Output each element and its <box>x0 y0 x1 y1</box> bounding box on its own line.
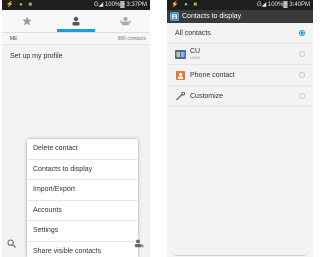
action-bar: Contacts to display <box>167 10 313 23</box>
search-button[interactable] <box>7 235 16 253</box>
radio-unselected[interactable] <box>299 93 305 99</box>
wrench-icon <box>176 91 186 100</box>
radio-unselected[interactable] <box>299 72 305 78</box>
option-label: All contacts <box>175 29 211 37</box>
status-bar: ⚡ ● ■ G◢ 100%▓ 3:40PM <box>167 0 313 10</box>
menu-item-accounts[interactable]: Accounts <box>27 201 138 222</box>
contacts-count: 986 contacts <box>117 36 146 42</box>
status-right: G◢ 100%▓ 3:37PM <box>93 2 147 8</box>
menu-item-import-export[interactable]: Import/Export <box>27 180 138 201</box>
overflow-menu: Delete contact Contacts to display Impor… <box>27 139 138 257</box>
status-right: G◢ 100%▓ 3:40PM <box>256 2 310 8</box>
me-label: ME <box>10 36 18 42</box>
search-icon <box>7 239 16 248</box>
sim-card-icon <box>175 49 186 59</box>
groups-icon <box>119 17 131 26</box>
menu-item-contacts-to-display[interactable]: Contacts to display <box>27 160 138 181</box>
option-label: Phone contact <box>190 71 235 79</box>
option-all-contacts[interactable]: All contacts <box>167 23 313 44</box>
option-cu[interactable]: CU USIM <box>167 44 313 65</box>
tab-groups[interactable] <box>101 10 150 32</box>
option-phone-contact[interactable]: Phone contact <box>167 65 313 86</box>
option-label: Customize <box>190 92 224 100</box>
person-icon <box>72 16 80 26</box>
contacts-to-display-screen: ⚡ ● ■ G◢ 100%▓ 3:40PM Contacts to displa… <box>167 0 313 257</box>
status-bar: ⚡ ● ■ G◢ 100%▓ 3:37PM <box>2 0 150 10</box>
divider <box>175 255 305 256</box>
option-label: CU <box>190 48 201 55</box>
tab-bar <box>2 10 150 33</box>
add-person-icon <box>135 239 144 248</box>
me-header: ME 986 contacts <box>2 33 150 45</box>
radio-selected[interactable] <box>299 30 305 36</box>
contacts-app-icon[interactable] <box>170 12 179 21</box>
tab-favorites[interactable] <box>2 10 51 32</box>
add-contact-button[interactable] <box>134 235 144 253</box>
option-customize[interactable]: Customize <box>167 86 313 107</box>
status-icons-left: ⚡ ● ■ <box>171 2 200 8</box>
star-icon <box>22 16 32 26</box>
menu-item-settings[interactable]: Settings <box>27 221 138 242</box>
menu-item-delete-contact[interactable]: Delete contact <box>27 139 138 160</box>
contacts-screen: ⚡ ● ■ G◢ 100%▓ 3:37PM ME 986 contacts Se… <box>2 0 150 257</box>
page-title: Contacts to display <box>182 13 242 20</box>
menu-item-share-visible-contacts[interactable]: Share visible contacts <box>27 242 138 257</box>
tab-contacts[interactable] <box>51 10 100 32</box>
phone-contact-icon <box>176 70 185 80</box>
option-text: CU USIM <box>190 48 200 60</box>
setup-profile[interactable]: Set up my profile <box>2 45 150 68</box>
option-sublabel: USIM <box>190 55 200 60</box>
status-icons-left: ⚡ ● ■ <box>6 2 35 8</box>
radio-unselected[interactable] <box>299 51 305 57</box>
